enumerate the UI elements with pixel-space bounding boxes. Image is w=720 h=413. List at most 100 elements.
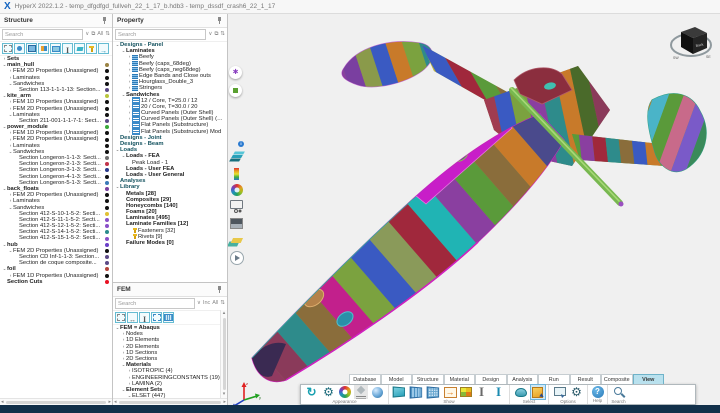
purple-asterisk-button[interactable] — [229, 66, 242, 79]
tab-material[interactable]: Material — [444, 374, 476, 384]
bolt-filter-button[interactable] — [86, 43, 97, 54]
scrollbar-thumb[interactable] — [119, 401, 222, 404]
tab-model[interactable]: Model — [381, 374, 413, 384]
marquee-filter-button[interactable] — [115, 312, 126, 323]
scrollbar-thumb[interactable] — [6, 401, 107, 404]
flag-filter-button[interactable] — [38, 43, 49, 54]
pin-icon[interactable] — [216, 286, 223, 293]
color-swatch — [105, 243, 109, 247]
tree-item-label: Failure Modes [0] — [126, 240, 224, 246]
select-box-icon[interactable] — [531, 385, 545, 399]
tab-analysis[interactable]: Analysis — [507, 374, 539, 384]
sort-icon[interactable]: ⇅ — [220, 299, 225, 308]
play-icon[interactable] — [230, 251, 244, 265]
tree-item[interactable]: Failure Modes [0] — [113, 240, 227, 246]
tab-view[interactable]: View — [633, 374, 665, 384]
scroll-up-icon[interactable]: ▴ — [223, 311, 226, 316]
tab-run[interactable]: Run — [538, 374, 570, 384]
grid-panel-icon[interactable] — [427, 385, 441, 399]
chevron-down-icon[interactable]: ∨ — [197, 299, 201, 308]
scrollbar-thumb[interactable] — [223, 318, 226, 390]
tab-composite[interactable]: Composite — [601, 374, 633, 384]
color-swatch — [105, 199, 109, 203]
tree-item[interactable]: Section Cuts — [0, 279, 112, 285]
tab-result[interactable]: Result — [570, 374, 602, 384]
mosaic-icon[interactable] — [460, 387, 472, 397]
viewport[interactable]: Back SW SE y z i DatabaseModelSt — [228, 14, 720, 405]
scroll-down-icon[interactable]: ▾ — [223, 392, 226, 397]
node-filter-button[interactable] — [14, 43, 25, 54]
panel-filter-button[interactable] — [74, 43, 85, 54]
ribbon-group-select: Select — [510, 385, 549, 404]
pin-icon[interactable] — [216, 17, 223, 24]
clipboard-icon[interactable]: ⧉ — [91, 30, 95, 39]
sort-icon[interactable]: ⇅ — [105, 30, 110, 39]
vertical-scrollbar[interactable]: ▴ ▾ — [220, 310, 227, 398]
ibeam-filter-button[interactable] — [62, 43, 73, 54]
horizontal-scrollbar[interactable]: ◂ ▸ — [113, 398, 227, 405]
plate-filter-button[interactable] — [50, 43, 61, 54]
color-swatch — [105, 181, 109, 185]
mesh-filter-button[interactable] — [26, 43, 37, 54]
image-icon[interactable] — [230, 216, 244, 230]
search-icon[interactable] — [612, 385, 626, 399]
arrow-panel-icon[interactable] — [444, 387, 457, 398]
sheets-icon[interactable] — [230, 234, 244, 248]
ibeam-teal-icon[interactable] — [492, 385, 506, 399]
select-part-icon[interactable] — [514, 385, 528, 399]
ibeam-filter-button[interactable] — [139, 312, 150, 323]
3d-model[interactable]: Back SW SE y z — [228, 14, 720, 405]
inc-filter-button[interactable]: Inc — [203, 299, 210, 308]
colorbar-icon[interactable] — [230, 167, 244, 181]
table-filter-button[interactable] — [163, 312, 174, 323]
clipboard-icon[interactable]: ⧉ — [214, 30, 218, 39]
title-bar[interactable]: X HyperX 2022.1.2 - temp_dfgdfgd_fullveh… — [0, 0, 720, 14]
property-search-input[interactable] — [115, 29, 206, 40]
layers-icon[interactable] — [230, 150, 244, 164]
scroll-right-icon[interactable]: ▸ — [108, 400, 111, 405]
gear-icon[interactable] — [322, 385, 336, 399]
arrow-filter-button[interactable] — [98, 43, 109, 54]
color-swatch — [105, 69, 109, 73]
sort-icon[interactable]: ⇅ — [220, 30, 225, 39]
help-icon[interactable] — [592, 386, 604, 398]
fem-search-input[interactable] — [115, 298, 195, 309]
chevron-down-icon[interactable]: ∨ — [208, 30, 212, 39]
harrow-filter-button[interactable] — [127, 312, 138, 323]
fem-panel: FEM ∨ Inc All ⇅ ⌄FEM = Abaqus›Nodes›1D E… — [113, 283, 228, 405]
refresh-icon[interactable] — [305, 385, 319, 399]
light-icon[interactable] — [354, 385, 368, 399]
color-swatch — [105, 224, 109, 228]
view-cube[interactable]: Back SW SE — [671, 27, 711, 60]
selbox-filter-button[interactable] — [151, 312, 162, 323]
presentation-icon[interactable] — [230, 199, 244, 213]
color-wheel-icon[interactable] — [231, 184, 243, 196]
all-filter-button[interactable]: All — [97, 30, 103, 39]
ibeam-gray-icon[interactable] — [475, 385, 489, 399]
scroll-left-icon[interactable]: ◂ — [1, 400, 4, 405]
ribbon-tabs: DatabaseModelStructureMaterialDesignAnal… — [300, 374, 696, 384]
settings-gear-icon[interactable] — [570, 385, 584, 399]
structure-search-input[interactable] — [2, 29, 83, 40]
green-square-button[interactable] — [229, 84, 242, 97]
property-panel-title: Property — [117, 17, 144, 24]
chevron-down-icon[interactable]: ∨ — [85, 30, 89, 39]
mesh-icon — [28, 45, 36, 52]
mesh-panel-icon[interactable] — [410, 385, 424, 399]
scroll-right-icon[interactable]: ▸ — [223, 400, 226, 405]
horizontal-scrollbar[interactable]: ◂ ▸ — [0, 398, 112, 405]
panel-icon[interactable] — [393, 385, 407, 399]
all-filter-button[interactable]: All — [212, 299, 218, 308]
display-options-icon[interactable] — [553, 385, 567, 399]
scroll-left-icon[interactable]: ◂ — [114, 400, 117, 405]
window-bottom-edge — [0, 405, 720, 413]
tab-database[interactable]: Database — [349, 374, 381, 384]
sphere-icon[interactable] — [371, 385, 385, 399]
marquee-filter-button[interactable] — [2, 43, 13, 54]
color-swatch — [105, 230, 109, 234]
color-wheel-icon2[interactable] — [339, 386, 351, 398]
tab-design[interactable]: Design — [475, 374, 507, 384]
tab-structure[interactable]: Structure — [412, 374, 444, 384]
pin-icon[interactable] — [101, 17, 108, 24]
harrow-icon — [129, 309, 136, 327]
